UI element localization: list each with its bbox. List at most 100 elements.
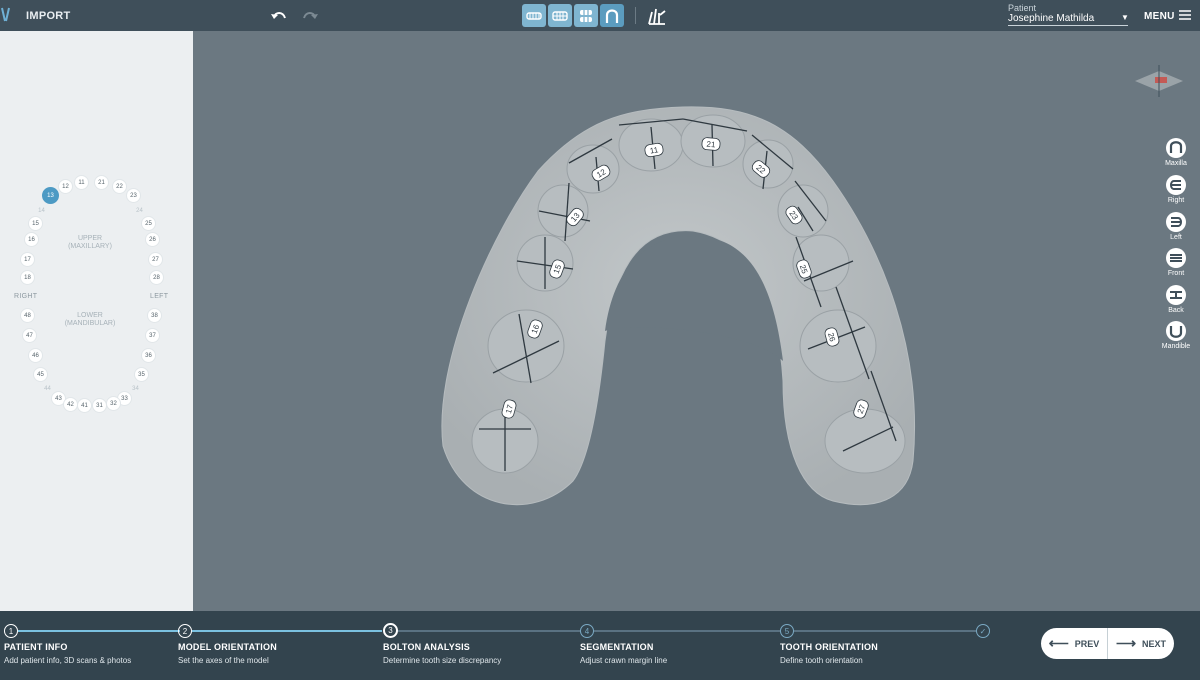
tooth-chip[interactable]: 46 — [28, 348, 43, 363]
prev-button[interactable]: ⟵ PREV — [1041, 628, 1107, 659]
arrow-left-icon: ⟵ — [1049, 635, 1069, 652]
tooth-chip[interactable]: 23 — [126, 188, 141, 203]
tooth-chip[interactable]: 22 — [112, 179, 127, 194]
arch-icon — [604, 8, 620, 24]
top-bar: IMPORT Patient Joseph — [0, 0, 1200, 31]
tooth-chip[interactable]: 47 — [22, 328, 37, 343]
tooth-chip[interactable]: 42 — [63, 397, 78, 412]
stepper-track-pending — [794, 630, 976, 632]
bolton-tool-icon[interactable] — [646, 6, 668, 26]
tooth-chip-selected[interactable]: 13 — [42, 187, 59, 204]
upper-arch-label: UPPER (MAXILLARY) — [62, 235, 118, 251]
menu-button[interactable]: MENU — [1144, 11, 1175, 22]
view-circle[interactable] — [1166, 212, 1186, 232]
workflow-stepper: 1 PATIENT INFO Add patient info, 3D scans … — [0, 611, 1200, 680]
tooth-chip[interactable]: 15 — [28, 216, 43, 231]
undo-icon[interactable] — [270, 8, 288, 24]
stepper-track-pending — [398, 630, 580, 632]
tooth-chip[interactable]: 31 — [92, 398, 107, 413]
view-circle[interactable] — [1166, 321, 1186, 341]
step-subtitle: Add patient info, 3D scans & photos — [4, 656, 131, 665]
tooth-chip[interactable]: 36 — [141, 348, 156, 363]
hamburger-menu-icon[interactable] — [1179, 10, 1191, 20]
view-label: Right — [1168, 197, 1184, 204]
stepper-track-done — [192, 630, 382, 632]
step-title[interactable]: MODEL ORIENTATION — [178, 642, 277, 652]
view-circle[interactable] — [1166, 248, 1186, 268]
teeth-front-icon — [526, 10, 542, 22]
left-view-icon — [1166, 212, 1186, 232]
teeth-both-view-button[interactable] — [548, 4, 572, 27]
tooth-chip[interactable]: 28 — [149, 270, 164, 285]
teeth-split-view-button[interactable] — [574, 4, 598, 27]
view-left-button[interactable]: Left — [1158, 212, 1194, 241]
mandible-icon — [1166, 321, 1186, 341]
lower-label: LOWER — [58, 312, 122, 320]
patient-select[interactable]: Josephine Mathilda — [1008, 13, 1094, 24]
step-number-badge[interactable]: 5 — [780, 624, 794, 638]
tooth-chip[interactable]: 37 — [145, 328, 160, 343]
tooth-chip[interactable]: 38 — [147, 308, 162, 323]
view-label: Front — [1168, 270, 1184, 277]
step-subtitle: Determine tooth size discrepancy — [383, 656, 501, 665]
tooth-chip[interactable]: 45 — [33, 367, 48, 382]
view-circle[interactable] — [1166, 138, 1186, 158]
prev-label: PREV — [1075, 639, 1100, 649]
tooth-chip[interactable]: 21 — [94, 175, 109, 190]
view-label: Maxilla — [1165, 160, 1187, 167]
dental-model-render[interactable]: 121121221323152516261727 — [193, 31, 1200, 611]
teeth-both-icon — [552, 10, 568, 22]
patient-label: Patient — [1008, 3, 1036, 13]
step-number-badge[interactable]: 4 — [580, 624, 594, 638]
step-title[interactable]: TOOTH ORIENTATION — [780, 642, 878, 652]
tooth-chip[interactable]: 25 — [141, 216, 156, 231]
chevron-down-icon[interactable]: ▼ — [1121, 13, 1129, 22]
view-circle[interactable] — [1166, 175, 1186, 195]
tooth-chip[interactable]: 18 — [20, 270, 35, 285]
step-title[interactable]: PATIENT INFO — [4, 642, 68, 652]
step-number-badge[interactable]: 2 — [178, 624, 192, 638]
view-label: Mandible — [1162, 343, 1190, 350]
finish-check-icon[interactable]: ✓ — [976, 624, 990, 638]
teeth-front-view-button[interactable] — [522, 4, 546, 27]
step-subtitle: Adjust crawn margin line — [580, 656, 667, 665]
redo-icon[interactable] — [301, 8, 319, 24]
arch-view-button[interactable] — [600, 4, 624, 27]
step-title[interactable]: SEGMENTATION — [580, 642, 654, 652]
tooth-tag-label: 21 — [706, 140, 716, 150]
import-button[interactable]: IMPORT — [26, 10, 71, 22]
app-logo-icon[interactable] — [0, 5, 14, 25]
tooth-chip[interactable]: 41 — [77, 398, 92, 413]
step-number-badge[interactable]: 1 — [4, 624, 18, 638]
view-label: Back — [1168, 307, 1184, 314]
tooth-chip[interactable]: 27 — [148, 252, 163, 267]
view-circle[interactable] — [1166, 285, 1186, 305]
next-button[interactable]: ⟶ NEXT — [1108, 628, 1174, 659]
tooth-tag[interactable]: 21 — [702, 137, 721, 151]
tooth-chip[interactable]: 12 — [58, 179, 73, 194]
tooth-chip[interactable]: 17 — [20, 252, 35, 267]
view-front-button[interactable]: Front — [1158, 248, 1194, 277]
step-title[interactable]: BOLTON ANALYSIS — [383, 642, 470, 652]
tooth-chip[interactable]: 11 — [74, 175, 89, 190]
tooth-chip[interactable]: 35 — [134, 367, 149, 382]
view-maxilla-button[interactable]: Maxilla — [1158, 138, 1194, 167]
orientation-cube-icon[interactable] — [1131, 63, 1187, 99]
tooth-chip[interactable]: 32 — [106, 396, 121, 411]
tooth-chip[interactable]: 26 — [145, 232, 160, 247]
tooth-chip[interactable]: 16 — [24, 232, 39, 247]
next-label: NEXT — [1142, 639, 1166, 649]
view-right-button[interactable]: Right — [1158, 175, 1194, 204]
teeth-split-icon — [578, 9, 594, 23]
upper-label: UPPER — [62, 235, 118, 243]
stepper-track-pending — [594, 630, 780, 632]
3d-viewport[interactable]: 121121221323152516261727 — [193, 31, 1200, 611]
back-view-icon — [1166, 285, 1186, 305]
step-subtitle: Set the axes of the model — [178, 656, 269, 665]
view-mandible-button[interactable]: Mandible — [1158, 321, 1194, 350]
lower-arch-label: LOWER (MANDIBULAR) — [58, 312, 122, 328]
tooth-chip[interactable]: 48 — [20, 308, 35, 323]
step-subtitle: Define tooth orientation — [780, 656, 863, 665]
step-number-badge[interactable]: 3 — [383, 623, 398, 638]
view-back-button[interactable]: Back — [1158, 285, 1194, 314]
